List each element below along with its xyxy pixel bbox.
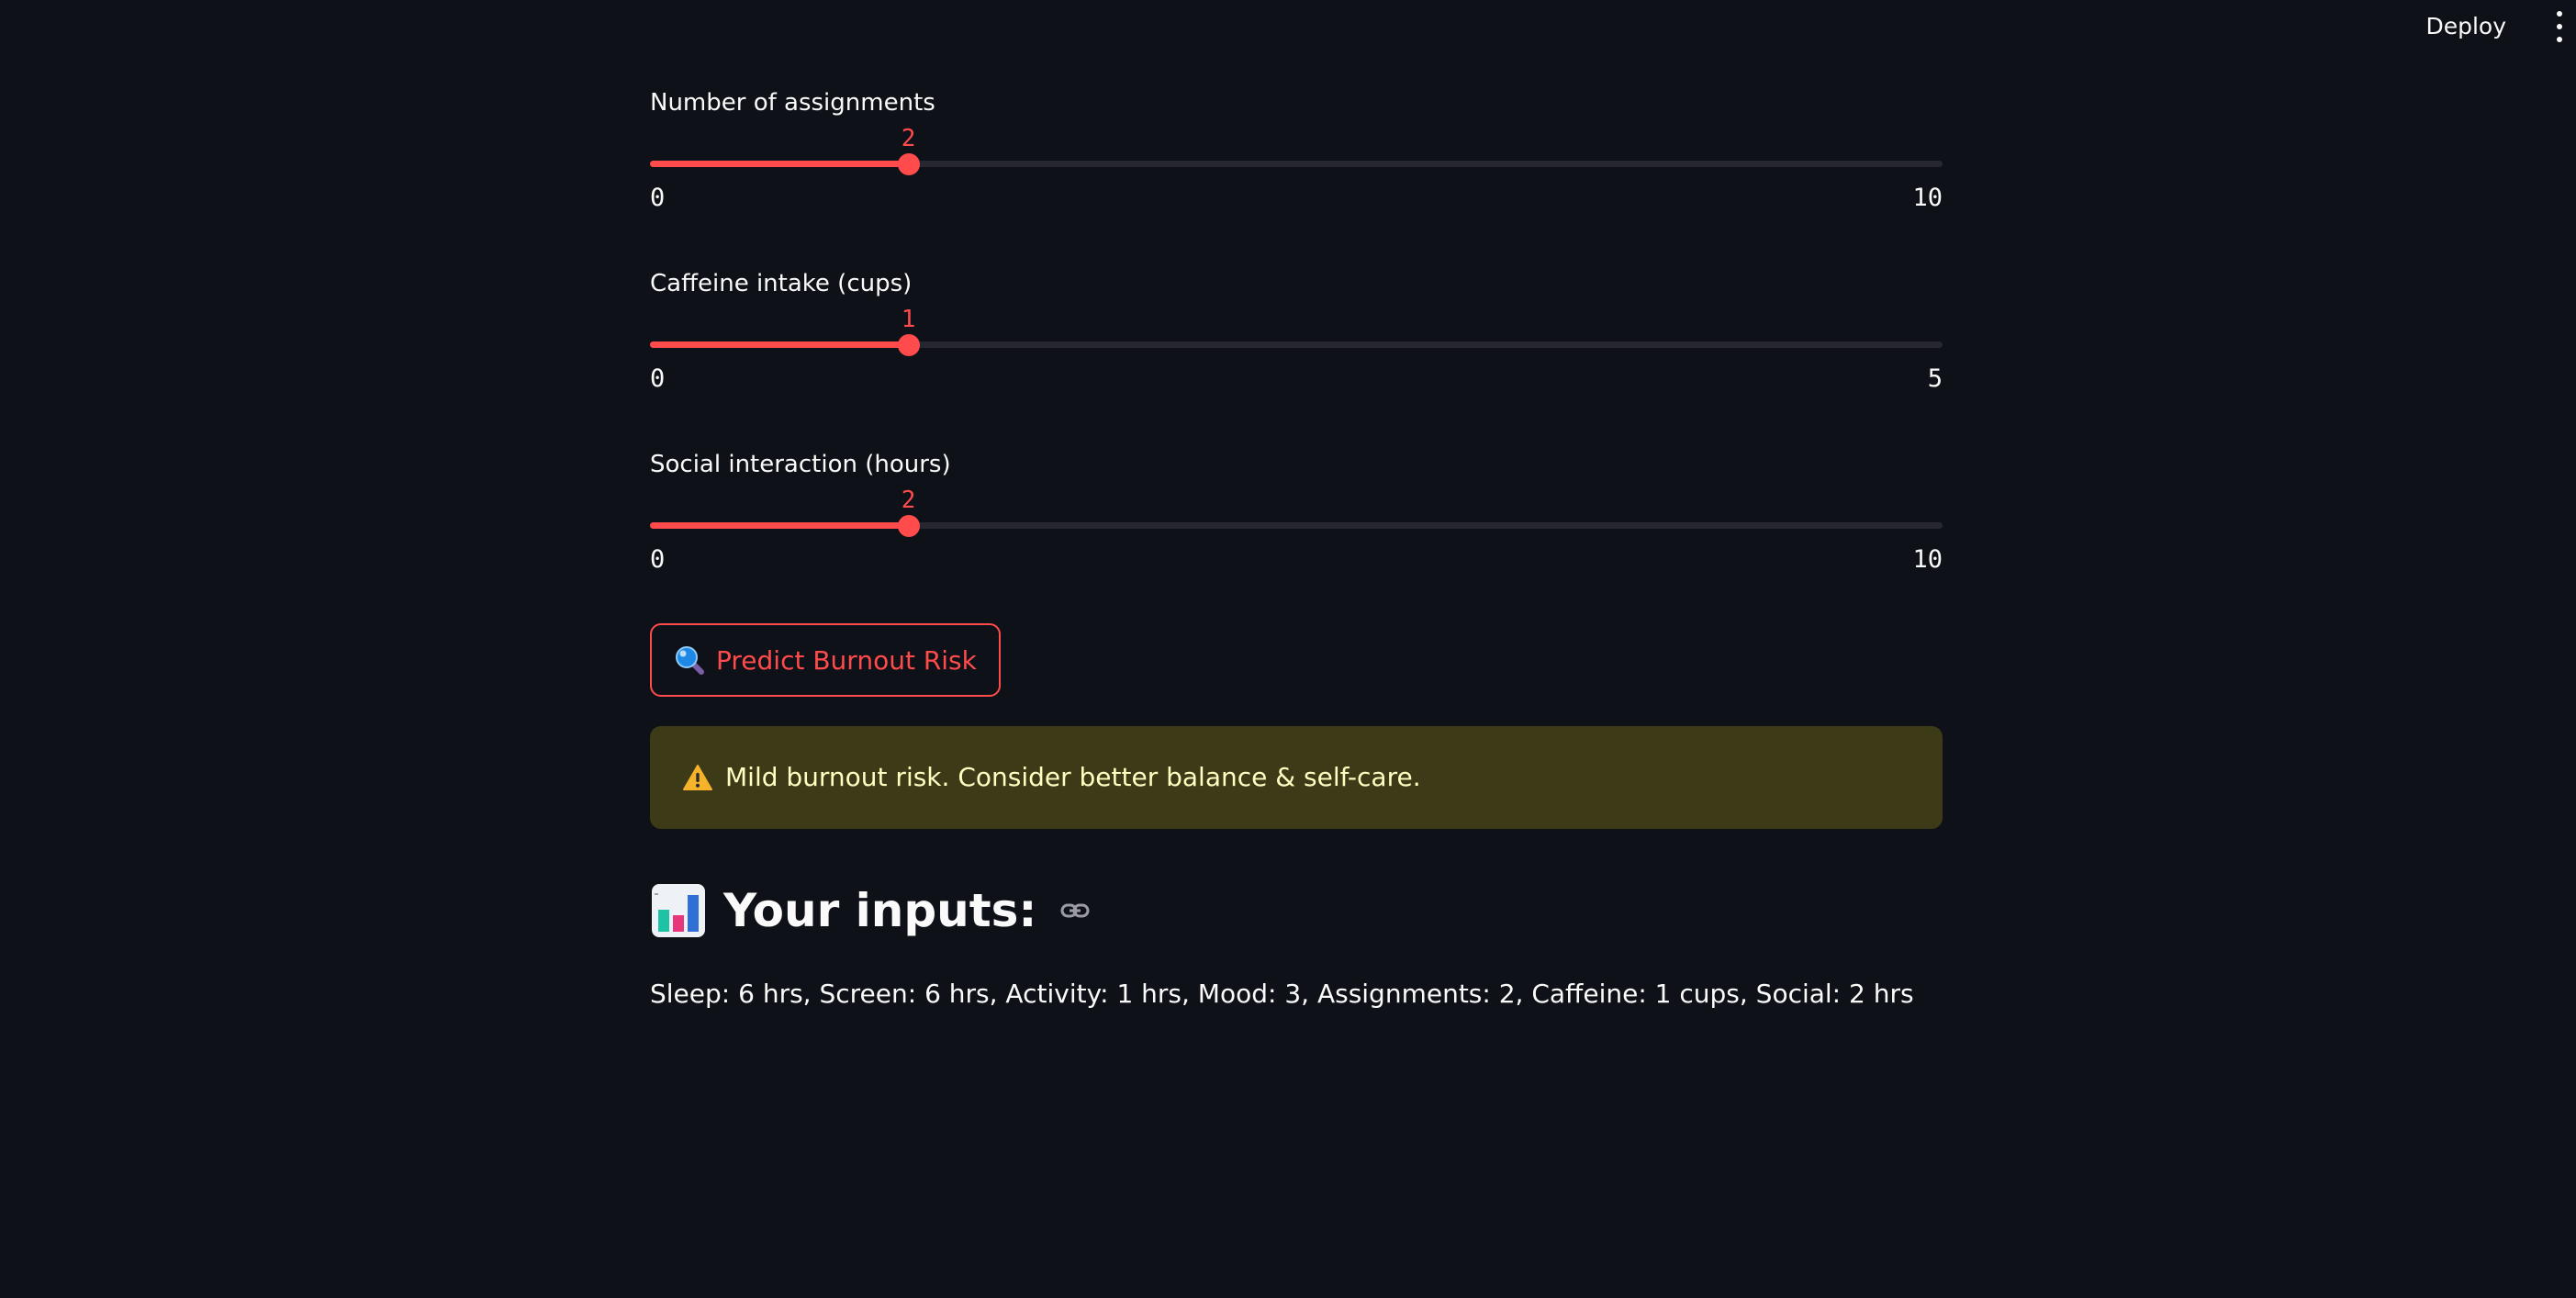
slider-fill [650,161,909,167]
slider-fill [650,522,909,529]
slider-track[interactable] [650,333,1943,356]
section-title: Your inputs: [723,884,1037,937]
slider-min-label: 0 [650,364,666,393]
slider-max-label: 10 [1912,545,1943,574]
inputs-summary: Sleep: 6 hrs, Screen: 6 hrs, Activity: 1… [650,979,1914,1009]
slider-label: Number of assignments [650,89,935,117]
slider-max-label: 5 [1927,364,1943,393]
slider-thumb[interactable] [897,152,920,175]
app-header: Deploy [0,0,2576,53]
bar-chart-icon [652,884,705,937]
slider-track[interactable] [650,152,1943,175]
slider-min-label: 0 [650,184,666,212]
deploy-button[interactable]: Deploy [2413,9,2519,44]
slider-social: Social interaction (hours) 2 0 10 [650,449,1943,605]
slider-fill [650,341,909,348]
predict-button-label: Predict Burnout Risk [716,644,977,676]
alert-message: Mild burnout risk. Consider better balan… [725,762,1421,792]
slider-assignments: Number of assignments 2 0 10 [650,87,1943,243]
predict-burnout-button[interactable]: Predict Burnout Risk [650,623,1001,697]
slider-thumb[interactable] [897,333,920,356]
magnifying-glass-icon [676,646,704,675]
slider-thumb[interactable] [897,514,920,537]
slider-caffeine: Caffeine intake (cups) 1 0 5 [650,268,1943,424]
link-icon[interactable] [1058,894,1092,927]
main-menu-button[interactable] [2548,11,2570,42]
slider-min-label: 0 [650,545,666,574]
warning-icon [683,765,712,790]
inputs-heading: Your inputs: [650,874,1092,947]
slider-value: 2 [901,125,916,152]
warning-alert: Mild burnout risk. Consider better balan… [650,726,1943,829]
slider-value: 2 [901,487,916,514]
slider-label: Caffeine intake (cups) [650,270,913,297]
vertical-ellipsis-icon [2557,11,2562,17]
slider-label: Social interaction (hours) [650,451,951,478]
slider-track[interactable] [650,514,1943,537]
slider-max-label: 10 [1912,184,1943,212]
slider-value: 1 [901,306,916,333]
